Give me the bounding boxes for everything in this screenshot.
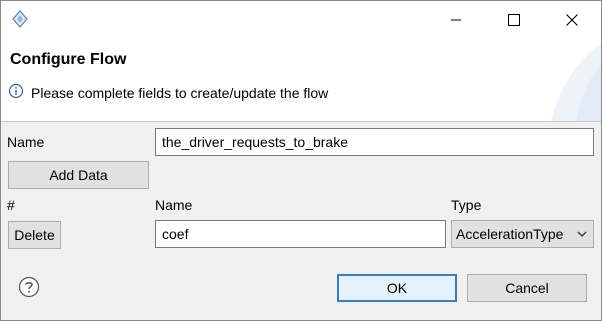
index-column-header: #	[7, 197, 15, 213]
help-icon[interactable]	[18, 276, 40, 298]
minimize-button[interactable]	[427, 1, 485, 39]
info-icon	[8, 83, 24, 99]
header-banner: Configure Flow Please complete fields to…	[1, 39, 601, 121]
flow-name-label: Name	[7, 134, 45, 150]
add-data-button[interactable]: Add Data	[8, 161, 149, 189]
chevron-down-icon	[577, 231, 587, 237]
data-type-value: AccelerationType	[456, 226, 564, 242]
close-button[interactable]	[543, 1, 601, 39]
title-bar	[1, 1, 601, 39]
data-type-select[interactable]: AccelerationType	[451, 220, 594, 248]
delete-row-button[interactable]: Delete	[8, 221, 61, 249]
diamond-app-icon	[12, 10, 28, 28]
cancel-button[interactable]: Cancel	[467, 274, 587, 302]
ok-button[interactable]: OK	[337, 274, 457, 302]
type-column-header: Type	[451, 197, 482, 213]
name-column-header: Name	[155, 197, 193, 213]
maximize-button[interactable]	[485, 1, 543, 39]
data-name-field[interactable]: coef	[155, 220, 446, 248]
maximize-icon	[508, 14, 520, 26]
page-title: Configure Flow	[10, 51, 127, 68]
banner-decoration	[551, 44, 601, 121]
header-message: Please complete fields to create/update …	[31, 85, 329, 101]
header-separator	[1, 121, 601, 122]
close-icon	[566, 14, 578, 26]
flow-name-field[interactable]: the_driver_requests_to_brake	[155, 128, 594, 156]
configure-flow-dialog: Configure Flow Please complete fields to…	[0, 0, 602, 321]
minimize-icon	[451, 19, 461, 21]
